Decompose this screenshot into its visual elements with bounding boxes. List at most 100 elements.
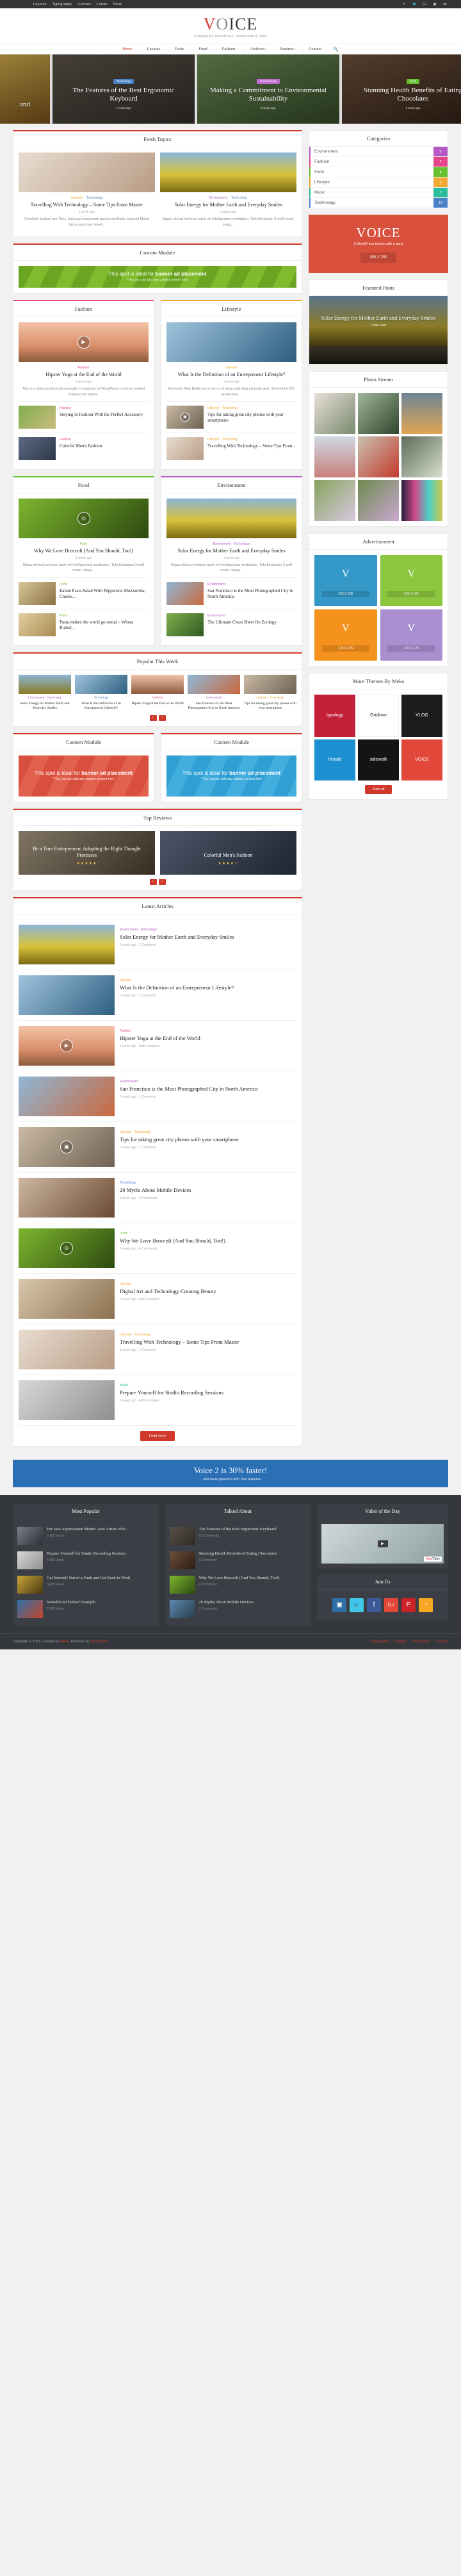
post-thumbnail[interactable]: ◎ [19,1228,115,1268]
category-link[interactable]: Fashion [60,406,71,410]
post-thumbnail[interactable] [169,1526,195,1545]
banner-ad-blue[interactable]: This spot is ideal for banner ad placeme… [166,755,296,797]
video-play-icon[interactable]: ▶ [60,1039,73,1052]
hero-category-badge[interactable]: Environment [257,78,280,84]
pinterest-icon[interactable]: P [401,1598,416,1612]
hero-title[interactable]: Making a Commitment to Environmental Sus… [205,87,332,104]
post-title[interactable]: Hipster Yoga at the End of the World [131,702,184,706]
category-row-music[interactable]: Music 7 [309,188,448,198]
post-thumbnail[interactable] [17,1575,43,1594]
post-title[interactable]: Travelling With Technology – Some Tips F… [120,1339,296,1346]
category-link[interactable]: Technology [231,196,247,200]
latest-article-row[interactable]: Lifestyle Digital Art and Technology Cre… [19,1274,296,1325]
post-thumbnail[interactable] [160,153,296,192]
topbar-link-shop[interactable]: Shop [113,3,122,6]
photo-thumb[interactable] [401,480,442,521]
category-row-food[interactable]: Food 8 [309,167,448,178]
post-title[interactable]: Staying in Fashion With the Perfect Acce… [60,412,149,418]
footer-list-item[interactable]: Prepare Yourself for Studio Recording Se… [17,1548,154,1573]
review-title[interactable]: Colorful Men's Fashion [166,852,290,859]
latest-article-row[interactable]: Environment · Technology Solar Energy fo… [19,920,296,970]
topbar-link-typography[interactable]: Typography [53,3,72,6]
category-link[interactable]: Technology [86,196,102,200]
post-title[interactable]: Travelling With Technology – Some Tips F… [20,202,154,208]
category-link[interactable]: Lifestyle [71,196,83,200]
post-thumbnail[interactable] [19,436,56,460]
post-thumbnail[interactable] [169,1551,195,1569]
post-title[interactable]: San Francisco is the Most Photographed C… [120,1086,296,1093]
post-title[interactable]: Prepare Yourself for Studio Recording Se… [120,1389,296,1396]
hero-slide-prev[interactable]: and [0,54,50,124]
hero-slide-1[interactable]: Technology The Features of the Best Ergo… [53,54,195,124]
post-title[interactable]: San Francisco is the Most Photographed C… [207,588,296,600]
hero-title[interactable]: The Features of the Best Ergonomic Keybo… [60,87,187,104]
post-thumbnail[interactable] [188,674,240,694]
post-thumbnail[interactable] [19,1329,115,1369]
post-title[interactable]: What Is the Definition of an Entrepreneu… [168,372,295,378]
pager-next-button[interactable]: › [158,714,166,721]
footer-list-item[interactable]: For Jazz Appreciation Month: Jazz Artist… [17,1524,154,1548]
photo-thumb[interactable] [401,393,442,434]
post-title[interactable]: Solar Energy for Mother Earth and Everyd… [120,934,296,941]
review-card-1[interactable]: Be a True Entrepreneur, Adopting the Rig… [19,830,155,875]
latest-article-row[interactable]: Technology 20 Myths About Mobile Devices… [19,1173,296,1223]
post-categories[interactable]: Environment [188,696,240,699]
category-row-fashion[interactable]: Fashion 7 [309,157,448,167]
post-categories[interactable]: Lifestyle · Technology [207,406,296,410]
post-title[interactable]: Solar Energy for Mother Earth and Everyd… [161,202,295,208]
latest-article-row[interactable]: ▶ Fashion Hipster Yoga at the End of the… [19,1021,296,1071]
theme-tile-voice[interactable]: VOICE [401,739,442,780]
theme-tile-vlog[interactable]: VLOG [401,694,442,737]
nav-item-fashion[interactable]: Fashion ▾ [216,47,244,51]
photo-thumb[interactable] [314,480,355,521]
post-thumbnail[interactable] [19,1076,115,1116]
post-categories[interactable]: Technology [120,1181,296,1185]
promo-strip[interactable]: Voice 2 is 30% faster! ...and more power… [13,1459,448,1487]
post-categories[interactable]: Lifestyle [120,978,296,982]
category-link[interactable]: Food [60,614,67,618]
post-thumbnail[interactable] [75,674,127,694]
hero-slide-2[interactable]: Environment Making a Commitment to Envir… [197,54,339,124]
post-title[interactable]: The Ultimate Cheat Sheet On Ecology [207,620,296,625]
hero-category-badge[interactable]: Food [406,78,420,84]
meks-link[interactable]: Meks [60,1640,69,1644]
post-categories[interactable]: Fashion [120,1029,296,1033]
theme-tile-gridlove[interactable]: Gridlove [358,694,399,737]
post-categories[interactable]: Lifestyle [120,1282,296,1286]
post-categories[interactable]: Fashion [131,696,184,699]
post-categories[interactable]: Environment · Technology [120,928,296,932]
nav-item-layouts[interactable]: Layouts ▾ [142,47,169,51]
post-title[interactable]: Stunning Health Benefits of Eating Choco… [199,1551,277,1556]
load-more-button[interactable]: Load more [140,1430,175,1441]
popular-item-5[interactable]: Lifestyle · Technology Tips for taking g… [244,674,296,711]
post-thumbnail[interactable]: ▣ [166,405,204,429]
post-title[interactable]: What Is the Definition of an Entrepreneu… [120,984,296,991]
post-thumbnail[interactable] [19,581,56,605]
lifestyle-list-item-1[interactable]: ▣ Lifestyle · Technology Tips for taking… [166,400,296,433]
post-title[interactable]: Prepare Yourself for Studio Recording Se… [47,1551,126,1556]
latest-article-row[interactable]: Music Prepare Yourself for Studio Record… [19,1375,296,1426]
vk-icon[interactable]: vk [443,3,447,6]
post-thumbnail[interactable] [244,674,296,694]
post-title[interactable]: Hipster Yoga at the End of the World [20,372,147,378]
pager-prev-button[interactable]: ‹ [149,879,157,885]
lifestyle-lead-post[interactable] [166,322,296,362]
latest-article-row[interactable]: ▣ Lifestyle · Technology Tips for taking… [19,1122,296,1173]
category-row-lifestyle[interactable]: Lifestyle 9 [309,178,448,188]
video-player[interactable]: ▶ YouTube [321,1523,444,1564]
food-list-item-1[interactable]: Food Italian Pasta Salad With Pepperoni,… [19,577,149,609]
instagram-icon[interactable]: ▣ [332,1598,346,1612]
nav-item-archives[interactable]: Archives ▾ [245,47,273,51]
post-title[interactable]: Why We Love Broccoli (And You Should, To… [199,1576,280,1581]
twitter-icon[interactable]: 🐦 [350,1598,364,1612]
post-categories[interactable]: Lifestyle · Technology [244,696,296,699]
topbar-link-layouts[interactable]: Layouts [33,3,47,6]
post-thumbnail[interactable]: ▶ [19,1025,115,1066]
wordpress-link[interactable]: WordPress [90,1640,108,1644]
post-title[interactable]: Hipster Yoga at the End of the World [120,1035,296,1042]
sidebar-ad-voice[interactable]: VOICE A WordPress theme with a twist 300… [309,215,448,273]
banner-ad-red[interactable]: This spot is ideal for banner ad placeme… [19,755,149,797]
post-title[interactable]: Tips for taking great city photos with y… [207,412,296,424]
post-thumbnail[interactable] [166,581,204,605]
category-link[interactable]: Food [60,582,67,586]
